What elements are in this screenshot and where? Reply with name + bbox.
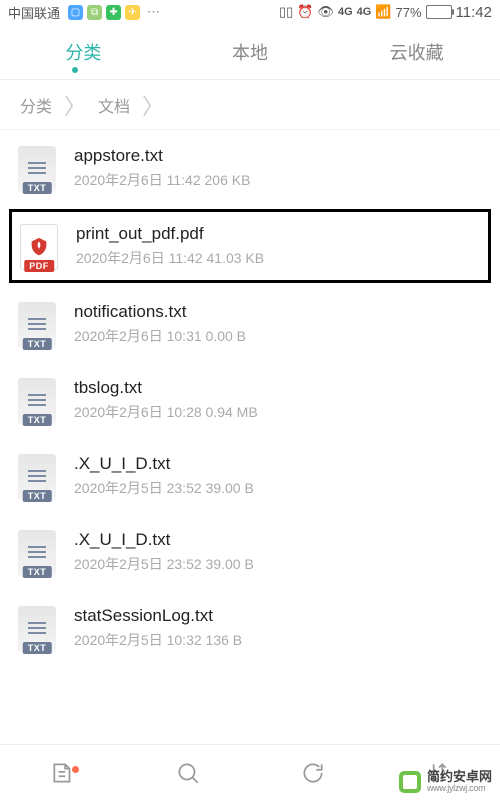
watermark-title: 简约安卓网 (427, 770, 492, 784)
status-app-icon-4: ✈ (125, 5, 140, 20)
file-name: notifications.txt (74, 302, 484, 322)
file-pdf-icon: PDF (18, 222, 60, 270)
file-meta: notifications.txt 2020年2月6日 10:31 0.00 B (74, 302, 484, 346)
inbox-button[interactable] (0, 760, 125, 786)
file-subtitle: 2020年2月6日 11:42 206 KB (74, 170, 484, 190)
file-subtitle: 2020年2月6日 10:31 0.00 B (74, 326, 484, 346)
file-txt-icon: TXT (16, 376, 58, 424)
file-row[interactable]: TXT .X_U_I_D.txt 2020年2月5日 23:52 39.00 B (0, 438, 500, 514)
signal-bars-icon: 📶 (375, 4, 391, 20)
file-meta: tbslog.txt 2020年2月6日 10:28 0.94 MB (74, 378, 484, 422)
status-bar: 中国联通 ▢ ⧉ ✚ ✈ ⋯ ▯▯ ⏰ 👁 4G 4G 📶 77% 11:42 (0, 0, 500, 24)
status-more-icon: ⋯ (147, 4, 160, 20)
refresh-button[interactable] (250, 760, 375, 786)
vibrate-icon: ▯▯ (279, 4, 293, 20)
file-row[interactable]: TXT tbslog.txt 2020年2月6日 10:28 0.94 MB (0, 362, 500, 438)
file-subtitle: 2020年2月5日 10:32 136 B (74, 630, 484, 650)
breadcrumb-chevron-icon: 〉 (142, 89, 164, 121)
file-subtitle: 2020年2月5日 23:52 39.00 B (74, 554, 484, 574)
status-left: 中国联通 ▢ ⧉ ✚ ✈ ⋯ (8, 3, 160, 22)
file-txt-icon: TXT (16, 528, 58, 576)
file-list: TXT appstore.txt 2020年2月6日 11:42 206 KB PDF… (0, 130, 500, 666)
status-app-icon-3: ✚ (106, 5, 121, 20)
watermark: 简约安卓网 www.jylzwj.com (399, 770, 492, 794)
file-name: .X_U_I_D.txt (74, 454, 484, 474)
alarm-icon: ⏰ (297, 4, 313, 20)
carrier-label: 中国联通 (8, 3, 60, 22)
status-app-icon-1: ▢ (68, 5, 83, 20)
breadcrumb: 分类 〉 文档 〉 (0, 80, 500, 130)
watermark-url: www.jylzwj.com (427, 784, 492, 794)
watermark-icon (399, 771, 421, 793)
battery-icon (426, 5, 452, 19)
file-meta: .X_U_I_D.txt 2020年2月5日 23:52 39.00 B (74, 454, 484, 498)
file-subtitle: 2020年2月6日 10:28 0.94 MB (74, 402, 484, 422)
file-name: .X_U_I_D.txt (74, 530, 484, 550)
status-app-icon-2: ⧉ (87, 5, 102, 20)
file-row[interactable]: TXT .X_U_I_D.txt 2020年2月5日 23:52 39.00 B (0, 514, 500, 590)
file-row[interactable]: TXT appstore.txt 2020年2月6日 11:42 206 KB (0, 130, 500, 206)
file-txt-icon: TXT (16, 604, 58, 652)
breadcrumb-root[interactable]: 分类 (20, 93, 52, 117)
tab-category[interactable]: 分类 (0, 39, 167, 65)
breadcrumb-current[interactable]: 文档 (98, 93, 130, 117)
battery-percent: 77% (396, 5, 422, 20)
eye-icon: 👁 (317, 4, 334, 20)
file-txt-icon: TXT (16, 300, 58, 348)
file-row[interactable]: PDF print_out_pdf.pdf 2020年2月6日 11:42 41.0… (8, 208, 492, 284)
file-name: appstore.txt (74, 146, 484, 166)
file-name: statSessionLog.txt (74, 606, 484, 626)
breadcrumb-chevron-icon: 〉 (64, 89, 86, 121)
clock-time: 11:42 (456, 4, 492, 21)
file-name: tbslog.txt (74, 378, 484, 398)
tab-cloud[interactable]: 云收藏 (333, 39, 500, 65)
file-meta: .X_U_I_D.txt 2020年2月5日 23:52 39.00 B (74, 530, 484, 574)
signal-4g-1: 4G (338, 6, 353, 18)
signal-4g-2: 4G (357, 6, 372, 18)
file-meta: appstore.txt 2020年2月6日 11:42 206 KB (74, 146, 484, 190)
search-button[interactable] (125, 760, 250, 786)
tab-active-indicator (72, 67, 78, 73)
file-subtitle: 2020年2月5日 23:52 39.00 B (74, 478, 484, 498)
status-right: ▯▯ ⏰ 👁 4G 4G 📶 77% 11:42 (279, 4, 492, 21)
file-name: print_out_pdf.pdf (76, 224, 482, 244)
tab-local[interactable]: 本地 (167, 39, 334, 65)
file-txt-icon: TXT (16, 452, 58, 500)
file-row[interactable]: TXT statSessionLog.txt 2020年2月5日 10:32 136… (0, 590, 500, 666)
file-subtitle: 2020年2月6日 11:42 41.03 KB (76, 248, 482, 268)
file-meta: statSessionLog.txt 2020年2月5日 10:32 136 B (74, 606, 484, 650)
top-tabs: 分类 本地 云收藏 (0, 24, 500, 80)
file-meta: print_out_pdf.pdf 2020年2月6日 11:42 41.03 K… (76, 224, 482, 268)
file-row[interactable]: TXT notifications.txt 2020年2月6日 10:31 0.00… (0, 286, 500, 362)
file-txt-icon: TXT (16, 144, 58, 192)
